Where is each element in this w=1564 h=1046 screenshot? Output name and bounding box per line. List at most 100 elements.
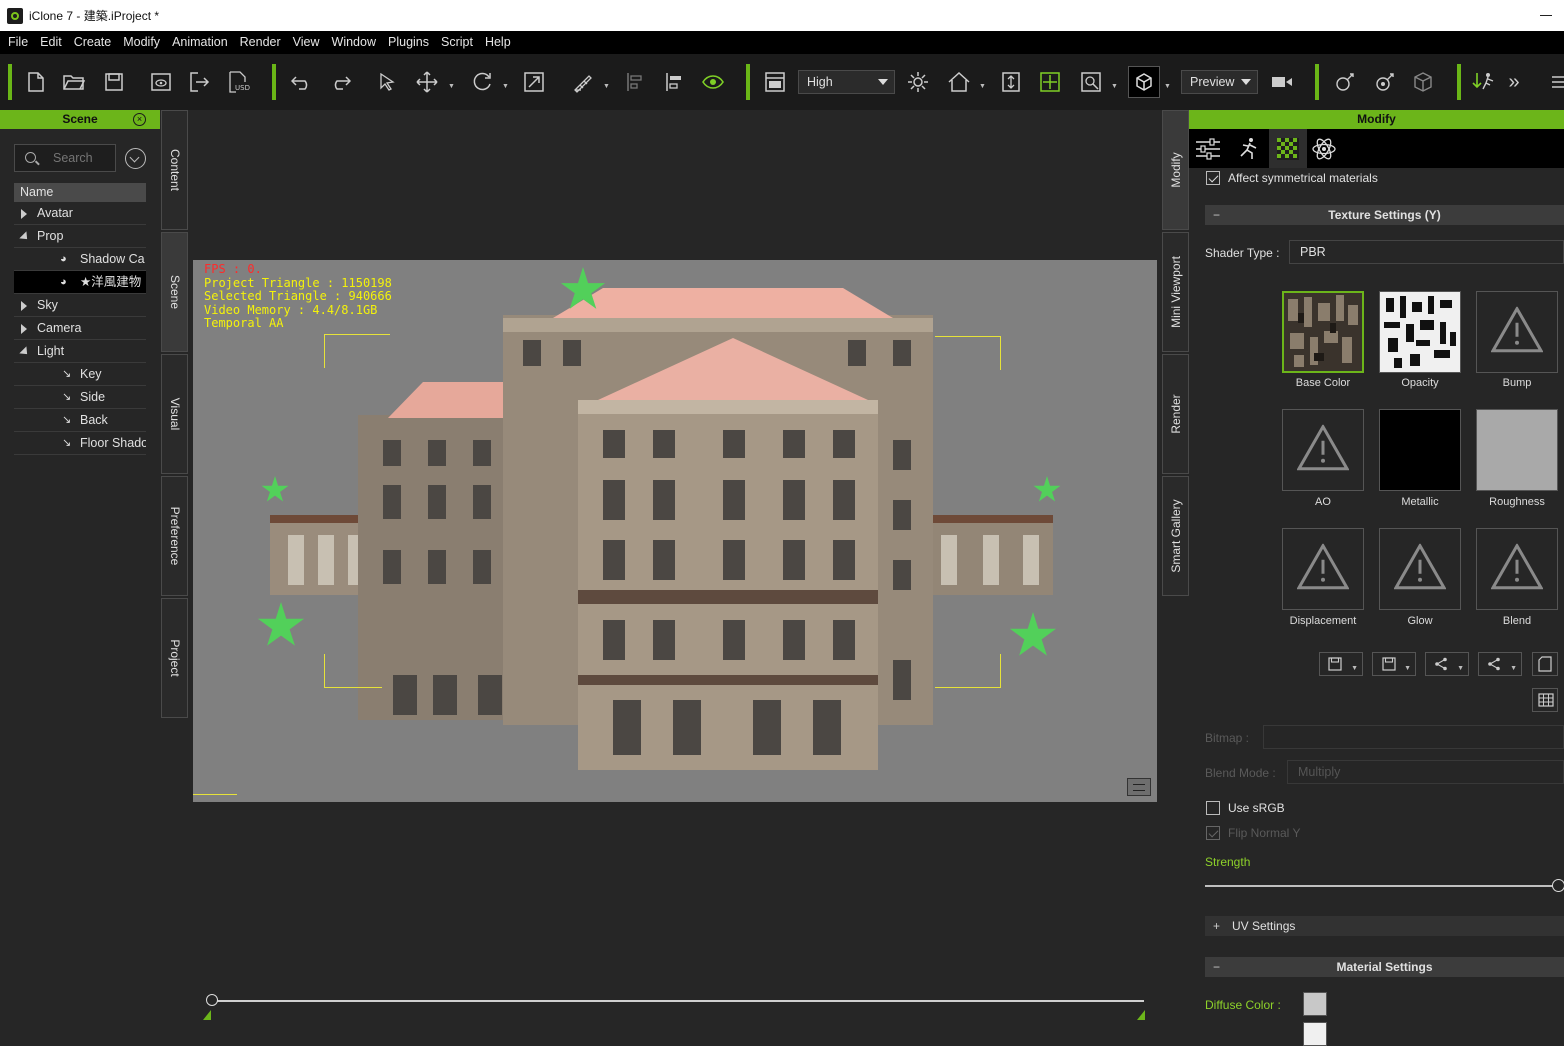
move-icon[interactable] — [414, 68, 440, 96]
tree-item-building[interactable]: ◕ ★洋風建物 — [14, 271, 146, 294]
save-icon[interactable] — [101, 68, 127, 96]
chevron-down-icon[interactable]: ▼ — [502, 83, 509, 90]
light-icon[interactable] — [905, 68, 931, 96]
chevron-down-icon[interactable]: ▼ — [1164, 83, 1171, 90]
viewport-comment-icon[interactable] — [1127, 778, 1151, 796]
tab-scene[interactable]: Scene — [161, 232, 188, 352]
bump-texture-slot[interactable] — [1476, 291, 1558, 373]
expand-icon[interactable]: + — [1213, 916, 1220, 936]
quality-select[interactable]: High — [798, 70, 895, 94]
fit-icon[interactable] — [998, 68, 1024, 96]
more-icon[interactable]: » — [1501, 68, 1527, 96]
texture-grid-button[interactable] — [1532, 688, 1558, 712]
menu-animation[interactable]: Animation — [166, 31, 234, 54]
affect-symmetrical-checkbox[interactable] — [1206, 171, 1220, 185]
material-settings-section[interactable]: − Material Settings — [1205, 957, 1564, 977]
collapse-arrow-icon[interactable] — [19, 231, 31, 243]
menu-help[interactable]: Help — [479, 31, 517, 54]
3d-viewport[interactable]: FPS : 0. Project Triangle : 1150198 Sele… — [193, 260, 1157, 802]
uv-settings-section[interactable]: + UV Settings — [1205, 916, 1564, 936]
share-texture-button[interactable]: ▼ — [1425, 652, 1469, 676]
base-color-texture-slot[interactable] — [1282, 291, 1364, 373]
menu-script[interactable]: Script — [435, 31, 479, 54]
undo-icon[interactable] — [289, 68, 315, 96]
menu-create[interactable]: Create — [68, 31, 118, 54]
tree-item-key-light[interactable]: ↘ Key — [14, 363, 146, 386]
opacity-texture-slot[interactable] — [1379, 291, 1461, 373]
menu-icon[interactable] — [1545, 68, 1564, 96]
share-all-button[interactable]: ▼ — [1478, 652, 1522, 676]
layout-icon[interactable] — [762, 68, 788, 96]
ambient-color-swatch[interactable] — [1303, 1022, 1327, 1046]
ao-texture-slot[interactable] — [1282, 409, 1364, 491]
physics-icon[interactable] — [1371, 68, 1397, 96]
shader-type-select[interactable]: PBR — [1289, 240, 1564, 264]
tree-item-shadow-catcher[interactable]: ◕ Shadow Ca — [14, 248, 146, 271]
visibility-eye-icon[interactable] — [700, 68, 726, 96]
align-left-icon[interactable] — [622, 68, 648, 96]
view-icon[interactable] — [1078, 68, 1104, 96]
motion-icon[interactable] — [1471, 68, 1497, 96]
glow-texture-slot[interactable] — [1379, 528, 1461, 610]
tree-item-camera[interactable]: Camera — [14, 317, 146, 340]
expand-arrow-icon[interactable] — [21, 301, 27, 311]
timeline-start-marker-icon[interactable] — [203, 1010, 211, 1020]
timeline-playhead[interactable] — [206, 994, 218, 1006]
chevron-down-icon[interactable]: ▼ — [979, 83, 986, 90]
close-icon[interactable]: × — [133, 113, 146, 126]
tab-project[interactable]: Project — [161, 598, 188, 718]
strength-slider-track[interactable] — [1205, 885, 1555, 887]
sliders-icon[interactable] — [1189, 129, 1227, 168]
tree-column-header[interactable]: Name — [14, 183, 146, 202]
roughness-texture-slot[interactable] — [1476, 409, 1558, 491]
rotate-icon[interactable] — [469, 68, 495, 96]
tree-item-back-light[interactable]: ↘ Back — [14, 409, 146, 432]
camera-icon[interactable] — [1269, 68, 1295, 96]
timeline-track[interactable] — [208, 1000, 1144, 1002]
chevron-down-icon[interactable]: ▼ — [603, 83, 610, 90]
select-icon[interactable] — [374, 68, 400, 96]
timeline-end-marker-icon[interactable] — [1137, 1010, 1145, 1020]
minimize-icon[interactable] — [1540, 15, 1552, 16]
align-icon[interactable] — [661, 68, 687, 96]
search-options-chevron-icon[interactable] — [125, 148, 146, 169]
menu-window[interactable]: Window — [326, 31, 382, 54]
viewport-box-icon[interactable] — [1128, 66, 1160, 98]
menu-modify[interactable]: Modify — [117, 31, 166, 54]
menu-render[interactable]: Render — [234, 31, 287, 54]
tab-modify[interactable]: Modify — [1162, 110, 1189, 230]
motion-pose-icon[interactable] — [1229, 129, 1267, 168]
menu-view[interactable]: View — [287, 31, 326, 54]
tab-smart-gallery[interactable]: Smart Gallery — [1162, 476, 1189, 596]
displacement-texture-slot[interactable] — [1282, 528, 1364, 610]
menu-edit[interactable]: Edit — [34, 31, 68, 54]
preview-icon[interactable] — [148, 68, 174, 96]
cube-icon[interactable] — [1410, 68, 1436, 96]
save-all-textures-button[interactable]: ▼ — [1372, 652, 1416, 676]
blend-texture-slot[interactable] — [1476, 528, 1558, 610]
tree-item-light[interactable]: Light — [14, 340, 146, 363]
scale-icon[interactable] — [521, 68, 547, 96]
tab-content[interactable]: Content — [161, 110, 188, 230]
expand-arrow-icon[interactable] — [21, 209, 27, 219]
diffuse-color-swatch[interactable] — [1303, 992, 1327, 1016]
tree-item-side-light[interactable]: ↘ Side — [14, 386, 146, 409]
tree-item-floor-shadow[interactable]: ↘ Floor Shado — [14, 432, 146, 455]
chevron-down-icon[interactable]: ▼ — [448, 83, 455, 90]
open-folder-icon[interactable] — [61, 68, 87, 96]
menu-plugins[interactable]: Plugins — [382, 31, 435, 54]
strength-slider-knob[interactable] — [1552, 879, 1564, 892]
physics-atom-icon[interactable] — [1305, 129, 1343, 168]
save-texture-button[interactable]: ▼ — [1319, 652, 1363, 676]
render-mode-select[interactable]: Preview — [1181, 70, 1258, 94]
usd-icon[interactable]: USD — [227, 68, 253, 96]
collapse-arrow-icon[interactable] — [19, 346, 31, 358]
expand-arrow-icon[interactable] — [21, 324, 27, 334]
tree-item-sky[interactable]: Sky — [14, 294, 146, 317]
home-camera-icon[interactable] — [946, 68, 972, 96]
menu-file[interactable]: File — [2, 31, 34, 54]
scene-search-input[interactable] — [53, 150, 113, 166]
tab-preference[interactable]: Preference — [161, 476, 188, 596]
chevron-down-icon[interactable]: ▼ — [1111, 83, 1118, 90]
snap-icon[interactable] — [570, 68, 596, 96]
